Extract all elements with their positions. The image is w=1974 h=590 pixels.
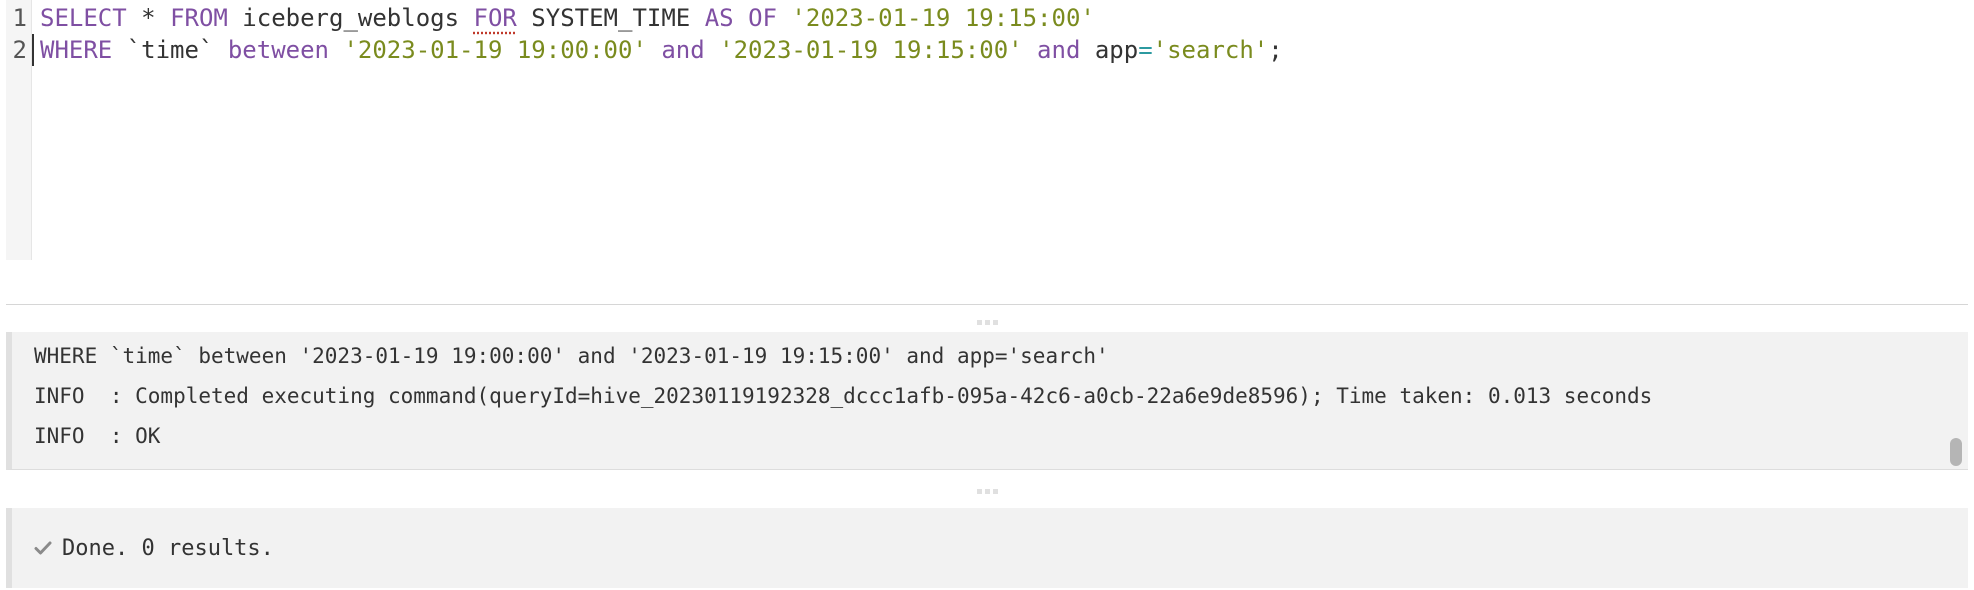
string-literal: '2023-01-19 19:15:00' [791, 4, 1095, 32]
sql-editor[interactable]: 1 2 SELECT * FROM iceberg_weblogs FOR SY… [6, 0, 1968, 262]
keyword-as: AS [704, 4, 734, 32]
check-icon [34, 539, 52, 557]
line-number: 2 [12, 36, 27, 64]
execution-log-panel[interactable]: WHERE `time` between '2023-01-19 19:00:0… [6, 332, 1968, 470]
string-literal: '2023-01-19 19:15:00' [719, 36, 1023, 64]
result-status-panel: Done. 0 results. [6, 508, 1968, 588]
code-token: app [1080, 36, 1139, 64]
code-token: * [126, 4, 171, 32]
log-line: INFO : Completed executing command(query… [34, 384, 1653, 408]
resize-handle[interactable] [977, 489, 999, 495]
grip-dot [993, 489, 998, 494]
keyword-and: and [1037, 36, 1081, 64]
keyword-of: OF [748, 4, 777, 32]
code-line-2[interactable]: WHERE `time` between '2023-01-19 19:00:0… [32, 34, 1968, 66]
log-line: WHERE `time` between '2023-01-19 19:00:0… [34, 344, 1109, 368]
line-number: 1 [12, 4, 27, 32]
grip-dot [977, 320, 982, 325]
keyword-between: between [227, 36, 329, 64]
editor-divider [6, 304, 1968, 305]
resize-handle[interactable] [977, 320, 999, 326]
query-editor-app: 1 2 SELECT * FROM iceberg_weblogs FOR SY… [0, 0, 1974, 590]
code-token: ; [1268, 36, 1283, 64]
code-token: `time` [112, 36, 228, 64]
log-scrollbar[interactable] [1950, 438, 1962, 466]
log-line: INFO : OK [34, 424, 161, 448]
result-status-text: Done. 0 results. [62, 535, 274, 561]
grip-dot [977, 489, 982, 494]
operator-equals: = [1138, 36, 1153, 64]
table-name: iceberg_weblogs [227, 4, 474, 32]
keyword-select: SELECT [40, 4, 127, 32]
line-number-gutter: 1 2 [6, 0, 32, 260]
keyword-for-warning[interactable]: FOR [474, 4, 517, 32]
grip-dot [993, 320, 998, 325]
log-lines: WHERE `time` between '2023-01-19 19:00:0… [12, 332, 1968, 456]
keyword-from: FROM [170, 4, 228, 32]
code-token: SYSTEM_TIME [516, 4, 705, 32]
code-area[interactable]: SELECT * FROM iceberg_weblogs FOR SYSTEM… [32, 0, 1968, 262]
code-line-1[interactable]: SELECT * FROM iceberg_weblogs FOR SYSTEM… [40, 2, 1968, 34]
grip-dot [985, 489, 990, 494]
string-literal: 'search' [1152, 36, 1269, 64]
grip-dot [985, 320, 990, 325]
keyword-where: WHERE [40, 36, 113, 64]
keyword-and: and [661, 36, 705, 64]
string-literal: '2023-01-19 19:00:00' [343, 36, 647, 64]
